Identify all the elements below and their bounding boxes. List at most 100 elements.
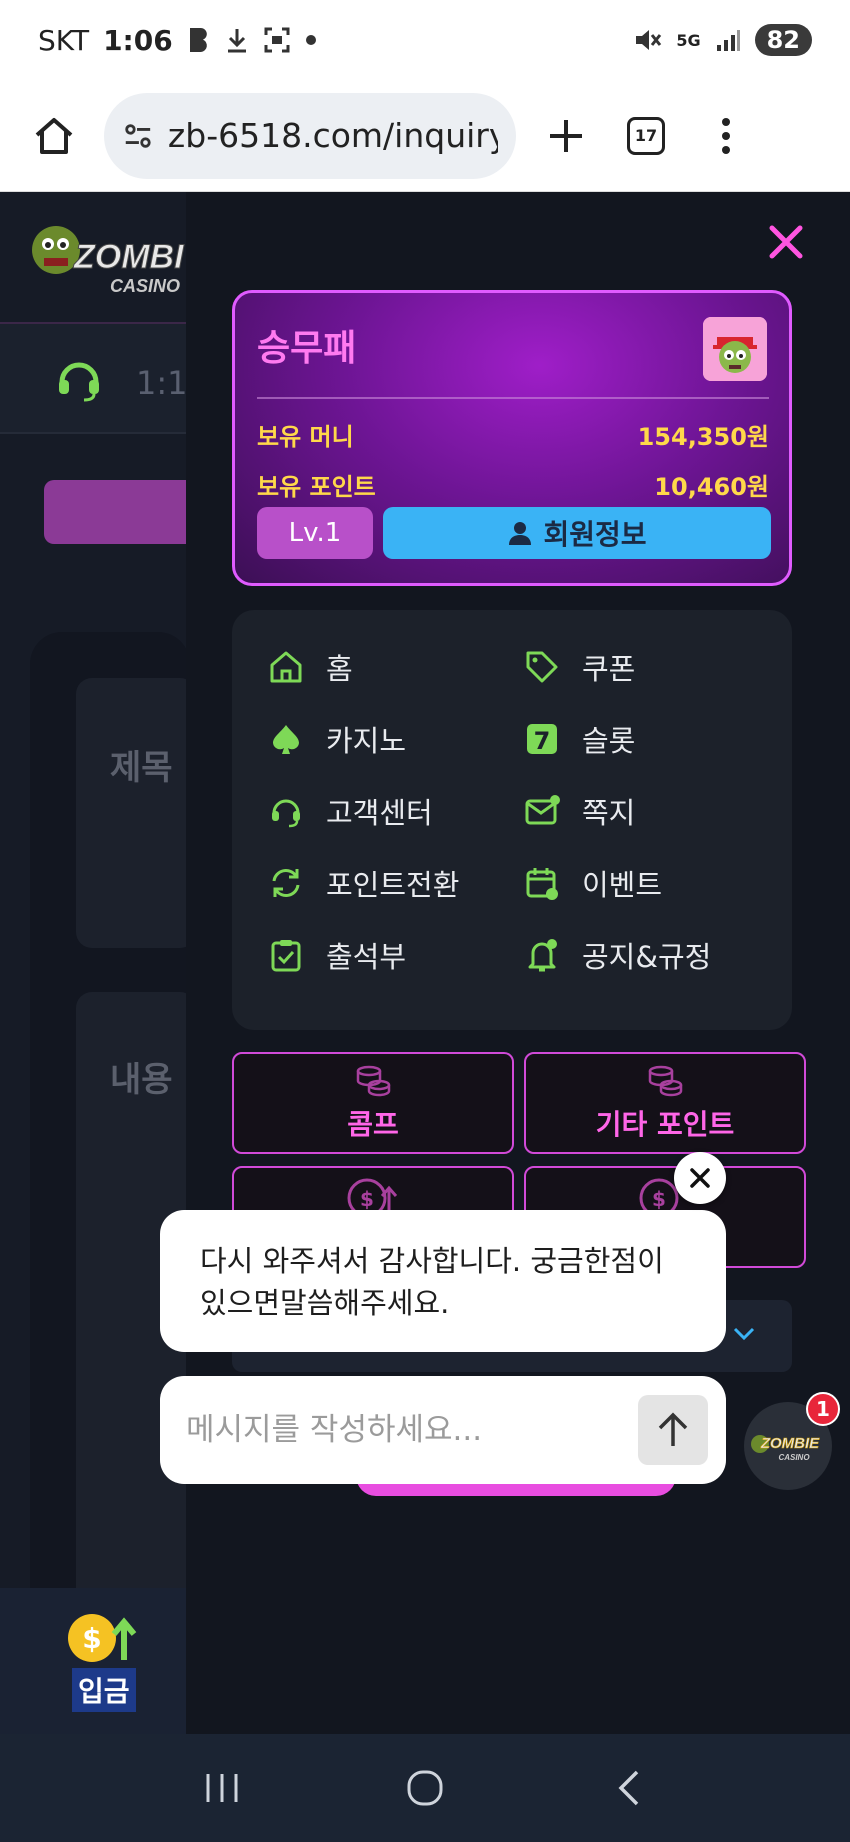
menu-item-label: 슬롯 [582,724,636,758]
profile-divider [257,397,769,399]
menu-item-label: 포인트전환 [326,868,460,902]
site-settings-icon [125,123,151,148]
coins-stack-icon [648,1065,683,1097]
menu-item-label: 출석부 [326,940,407,974]
b-app-icon [189,28,207,52]
svg-text:ZOMBI: ZOMBI [73,238,185,276]
points-value: 10,460원 [654,473,769,501]
inquiry-button[interactable] [44,480,204,544]
svg-text:$: $ [360,1187,374,1211]
member-info-label: 회원정보 [543,518,647,551]
menu-item-label: 고객센터 [326,796,433,830]
comp-button[interactable]: 콤프 [232,1052,514,1154]
browser-toolbar: zb-6518.com/inquiry/ 17 [0,80,850,192]
signal-icon [716,30,740,51]
zombie-avatar-icon [703,317,767,381]
avatar[interactable] [703,317,767,381]
menu-list: 홈 쿠폰 카지노 7 슬롯 고객센터 쪽지 포인트전환 이벤트 출석부 공지&규… [232,610,792,1030]
android-nav-bar [0,1734,850,1842]
menu-item-attendance[interactable]: 출석부 [268,934,406,976]
browser-menu-button[interactable] [696,106,756,166]
mail-icon [525,795,560,825]
recents-button[interactable] [192,1758,252,1818]
inquiry-title: 1:1 [136,364,188,402]
status-right: 5G 82 [632,24,812,56]
battery-level: 82 [754,24,812,56]
svg-text:$: $ [82,1622,101,1655]
send-button[interactable] [638,1395,708,1465]
plus-icon [550,119,582,152]
tab-count: 17 [627,116,665,155]
chat-message-input[interactable] [186,1412,638,1448]
carrier-label: SKT [38,23,90,57]
headset-icon [272,799,300,828]
svg-text:7: 7 [534,727,551,755]
menu-item-customer-center[interactable]: 고객센터 [268,790,433,832]
menu-item-label: 카지노 [326,724,407,758]
member-info-button[interactable]: 회원정보 [383,507,771,559]
site-logo[interactable]: ZOMBI CASINO [30,212,190,302]
back-button[interactable] [598,1758,658,1818]
zombie-casino-logo-icon: ZOMBI CASINO [32,226,186,296]
money-label: 보유 머니 [257,423,354,451]
spade-icon [273,725,299,754]
profile-card: 승무패 보유 머니 154,350원 보유 포인트 10,460원 Lv.1 회… [232,290,792,586]
download-icon [227,29,246,53]
menu-item-notice-rules[interactable]: 공지&규정 [524,934,711,976]
chat-close-button[interactable] [674,1152,726,1204]
menu-item-casino[interactable]: 카지노 [268,718,406,760]
menu-item-messages[interactable]: 쪽지 [524,790,635,832]
level-badge: Lv.1 [257,507,373,559]
coin-deposit-icon: $ [68,1614,137,1662]
dot-icon [305,35,316,45]
home-button[interactable] [24,106,84,166]
chevron-left-icon [618,1770,639,1806]
points-label: 보유 포인트 [257,473,376,501]
chat-message-text: 다시 와주셔서 감사합니다. 궁금한점이 있으면말씀해주세요. [200,1244,664,1321]
points-row: 보유 포인트 10,460원 [257,467,769,502]
chat-input-box [160,1376,726,1484]
new-tab-button[interactable] [536,106,596,166]
inquiry-header-row: 1:1 [0,324,190,434]
status-left: SKT 1:06 [38,24,317,57]
menu-item-label: 공지&규정 [582,940,712,974]
chat-message-bubble: 다시 와주셔서 감사합니다. 궁금한점이 있으면말씀해주세요. [160,1210,726,1352]
money-value: 154,350원 [637,423,769,451]
zombie-casino-logo-icon: ZOMBIECASINO [751,1435,820,1462]
mute-icon [636,30,662,50]
menu-close-button[interactable] [766,222,806,262]
username: 승무패 [257,328,357,369]
arrow-up-icon [658,1412,688,1446]
calendar-icon [526,868,558,900]
menu-item-point-conversion[interactable]: 포인트전환 [268,862,459,904]
menu-item-home[interactable]: 홈 [268,646,353,688]
title-section [76,678,196,948]
svg-text:CASINO: CASINO [778,1453,810,1462]
home-icon [270,651,302,683]
menu-item-label: 이벤트 [582,868,663,902]
menu-item-label: 쿠폰 [582,652,636,686]
url-bar[interactable]: zb-6518.com/inquiry/ [104,92,516,179]
svg-text:ZOMBIE: ZOMBIE [760,1435,820,1452]
tab-switcher-button[interactable]: 17 [616,106,676,166]
status-bar: SKT 1:06 5G 82 [0,0,850,80]
close-icon [769,225,803,259]
android-home-button[interactable] [395,1758,455,1818]
other-points-button[interactable]: 기타 포인트 [524,1052,806,1154]
money-row: 보유 머니 154,350원 [257,417,769,452]
user-icon [509,522,532,545]
menu-item-label: 쪽지 [582,796,636,830]
clock: 1:06 [103,23,173,57]
network-type: 5G [676,30,701,50]
url-text: zb-6518.com/inquiry/ [167,116,498,155]
menu-item-slot[interactable]: 7 슬롯 [524,718,635,760]
screenshot-icon [264,27,290,53]
menu-item-events[interactable]: 이벤트 [524,862,662,904]
deposit-button[interactable]: $ 입금 [0,1588,186,1734]
deposit-label: 입금 [72,1668,136,1712]
circle-home-icon [407,1770,443,1806]
more-vertical-icon [722,117,730,154]
side-menu-panel: 승무패 보유 머니 154,350원 보유 포인트 10,460원 Lv.1 회… [186,192,850,1734]
menu-item-coupon[interactable]: 쿠폰 [524,646,635,688]
content-label: 내용 [110,1060,173,1100]
